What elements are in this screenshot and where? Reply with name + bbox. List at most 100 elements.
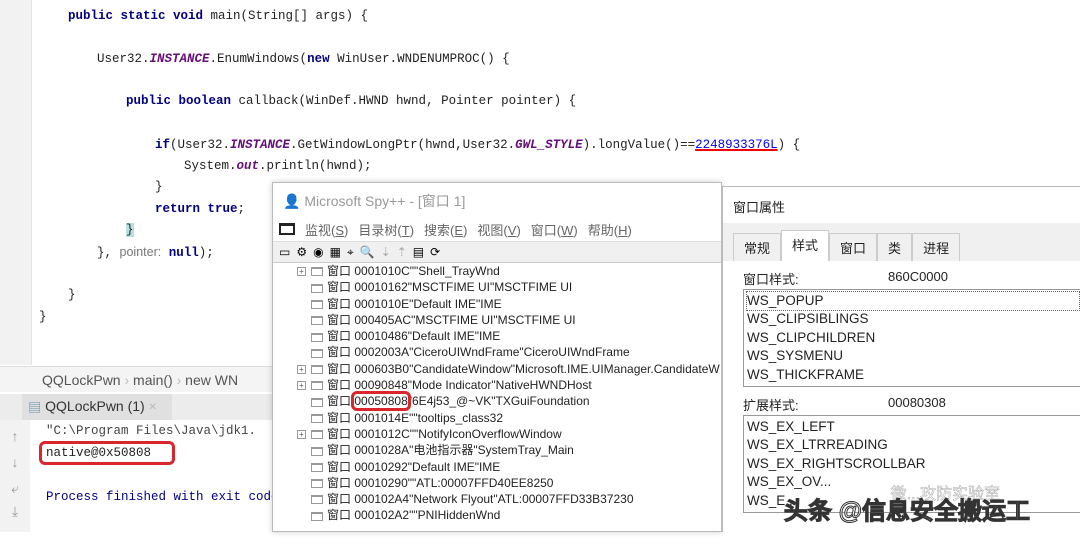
tree-row[interactable]: 窗口 00010486"Default IME"IME <box>273 328 721 344</box>
row-handle: 0001010C <box>354 264 410 278</box>
tree-row[interactable]: 窗口 000102A2""PNIHiddenWnd <box>273 507 721 523</box>
refresh-icon[interactable]: ⟳ <box>430 245 440 259</box>
breadcrumb: QQLockPwn › main() › new WN <box>0 366 290 392</box>
row-title-class: ""Shell_TrayWnd <box>409 264 500 278</box>
row-handle: 0001028A <box>354 443 410 458</box>
arrow-down-icon[interactable]: ↓ <box>0 454 30 470</box>
list-item[interactable]: WS_EX_RIGHTSCROLLBAR <box>747 455 1079 473</box>
properties-icon[interactable]: ▤ <box>413 245 424 259</box>
tree-row[interactable]: + 窗口 000603B0"CandidateWindow"Microsoft.I… <box>273 361 721 377</box>
tree-row[interactable]: + 窗口 0001010C""Shell_TrayWnd <box>273 263 721 279</box>
close-icon[interactable]: × <box>149 398 157 414</box>
window-icon <box>311 365 323 375</box>
row-title-class: "Default IME"IME <box>407 329 501 344</box>
menu-search[interactable]: 搜索(E) <box>424 220 467 239</box>
row-type: 窗口 <box>327 312 352 327</box>
windows-icon[interactable]: ▭ <box>279 245 290 259</box>
tree-row[interactable]: 窗口 000102A4"Network Flyout"ATL:00007FFD3… <box>273 491 721 507</box>
row-type: 窗口 <box>327 475 352 490</box>
row-handle: 0001014E <box>354 410 410 425</box>
tree-row[interactable]: 窗口 00010162"MSCTFIME UI"MSCTFIME UI <box>273 279 721 295</box>
tree-row[interactable]: 窗口 0002003A"CiceroUIWndFrame"CiceroUIWnd… <box>273 344 721 360</box>
code-line: } <box>155 180 163 194</box>
tree-row[interactable]: 窗口 0001014E""tooltips_class32 <box>273 410 721 426</box>
find-prev-icon[interactable]: ⇡ <box>397 245 407 259</box>
row-type: 窗口 <box>327 410 352 425</box>
row-type: 窗口 <box>327 264 352 278</box>
row-handle: 00010486 <box>354 329 408 344</box>
list-item[interactable]: WS_THICKFRAME <box>747 366 1079 384</box>
list-item[interactable]: WS_SYSMENU <box>747 347 1079 365</box>
find-next-icon[interactable]: ⇣ <box>381 245 391 259</box>
list-item[interactable]: WS_CLIPCHILDREN <box>747 329 1079 347</box>
tab-windows[interactable]: 窗口 <box>829 233 878 261</box>
window-icon <box>311 332 323 342</box>
window-styles-list[interactable]: WS_POPUP WS_CLIPSIBLINGS WS_CLIPCHILDREN… <box>743 289 1080 388</box>
list-item[interactable]: WS_EX_LEFT <box>747 418 1079 436</box>
breadcrumb-item[interactable]: new WN <box>185 372 238 388</box>
row-type: 窗口 <box>327 345 352 360</box>
list-item[interactable]: WS_EX_LTRREADING <box>747 436 1079 454</box>
tree-row[interactable]: 窗口 0001010E"Default IME"IME <box>273 296 721 312</box>
tree-row[interactable]: 窗口 00010290""ATL:00007FFD40EE8250 <box>273 475 721 491</box>
tree-row[interactable]: 窗口 00050808"6E4j53_@~VK"TXGuiFoundation <box>273 391 721 412</box>
window-icon <box>311 479 323 489</box>
code-line: public boolean callback(WinDef.HWND hwnd… <box>126 94 577 108</box>
menu-window[interactable]: 窗口(W) <box>531 220 578 239</box>
row-title-class: "MSCTFIME UI"MSCTFIME UI <box>411 312 576 327</box>
breadcrumb-item[interactable]: QQLockPwn <box>42 372 121 388</box>
run-tab-bar: ▤ QQLockPwn (1) × <box>0 394 290 420</box>
tree-row[interactable]: + 窗口 00090848"Mode Indicator"NativeHWNDHo… <box>273 377 721 393</box>
window-icon <box>311 462 323 472</box>
run-tab[interactable]: ▤ QQLockPwn (1) × <box>22 394 172 420</box>
tree-row[interactable]: 窗口 000405AC"MSCTFIME UI"MSCTFIME UI <box>273 312 721 328</box>
code-line: return true; <box>155 202 246 216</box>
window-icon <box>311 511 323 521</box>
tab-styles[interactable]: 样式 <box>781 230 830 261</box>
find-window-icon[interactable]: ⌖ <box>347 245 354 259</box>
list-item[interactable]: WS_CLIPSIBLINGS <box>747 310 1079 328</box>
expand-icon[interactable]: + <box>297 381 306 391</box>
tree-row[interactable]: 窗口 00010292"Default IME"IME <box>273 459 721 475</box>
ex-style-label: 扩展样式: <box>743 398 799 414</box>
dialog-title: 窗口属性 <box>723 187 1080 223</box>
tree-row[interactable]: 窗口 0001028A"电池指示器"SystemTray_Main <box>273 442 721 458</box>
window-style-value: 860C0000 <box>888 269 948 284</box>
row-type: 窗口 <box>327 508 352 523</box>
processes-icon[interactable]: ⚙ <box>296 245 307 259</box>
row-type: 窗口 <box>327 280 352 295</box>
scroll-to-end-icon[interactable]: ⤓ <box>0 503 30 520</box>
row-type: 窗口 <box>327 329 352 344</box>
expand-icon[interactable]: + <box>297 267 306 276</box>
menu-monitor[interactable]: 监视(S) <box>305 220 348 239</box>
breadcrumb-item[interactable]: main() <box>133 372 173 388</box>
menu-view[interactable]: 视图(V) <box>477 220 520 239</box>
menu-help[interactable]: 帮助(H) <box>588 220 632 239</box>
window-tree[interactable]: + 窗口 0001010C""Shell_TrayWnd 窗口 00010162"M… <box>273 263 721 524</box>
search-icon[interactable]: 🔍 <box>360 245 375 259</box>
editor-gutter <box>0 0 32 365</box>
window-icon <box>311 283 323 293</box>
arrow-up-icon[interactable]: ↑ <box>0 428 30 444</box>
soft-wrap-icon[interactable]: ⤶ <box>0 480 30 497</box>
expand-icon[interactable]: + <box>297 364 306 374</box>
expand-icon[interactable]: + <box>297 429 306 439</box>
tree-row[interactable]: + 窗口 0001012C""NotifyIconOverflowWindow <box>273 426 721 442</box>
row-title-class: ""PNIHiddenWnd <box>409 508 501 523</box>
tab-class[interactable]: 类 <box>877 233 913 261</box>
row-type: 窗口 <box>327 426 352 441</box>
code-line: System.out.println(hwnd); <box>184 159 372 173</box>
code-line: }, pointer: null); <box>97 245 214 260</box>
messages-icon[interactable]: ▦ <box>330 245 341 259</box>
tab-process[interactable]: 进程 <box>912 233 961 261</box>
row-handle: 0001012C <box>354 426 410 441</box>
menu-tree[interactable]: 目录树(T) <box>358 220 414 239</box>
row-type: 窗口 <box>327 459 352 474</box>
console-icon: ▤ <box>28 398 42 414</box>
tab-general[interactable]: 常规 <box>733 233 782 261</box>
list-item[interactable]: WS_POPUP <box>746 290 1080 312</box>
row-handle: 00010292 <box>354 459 408 474</box>
threads-icon[interactable]: ◉ <box>313 245 323 259</box>
window-icon <box>311 348 323 358</box>
window-icon <box>311 397 323 407</box>
